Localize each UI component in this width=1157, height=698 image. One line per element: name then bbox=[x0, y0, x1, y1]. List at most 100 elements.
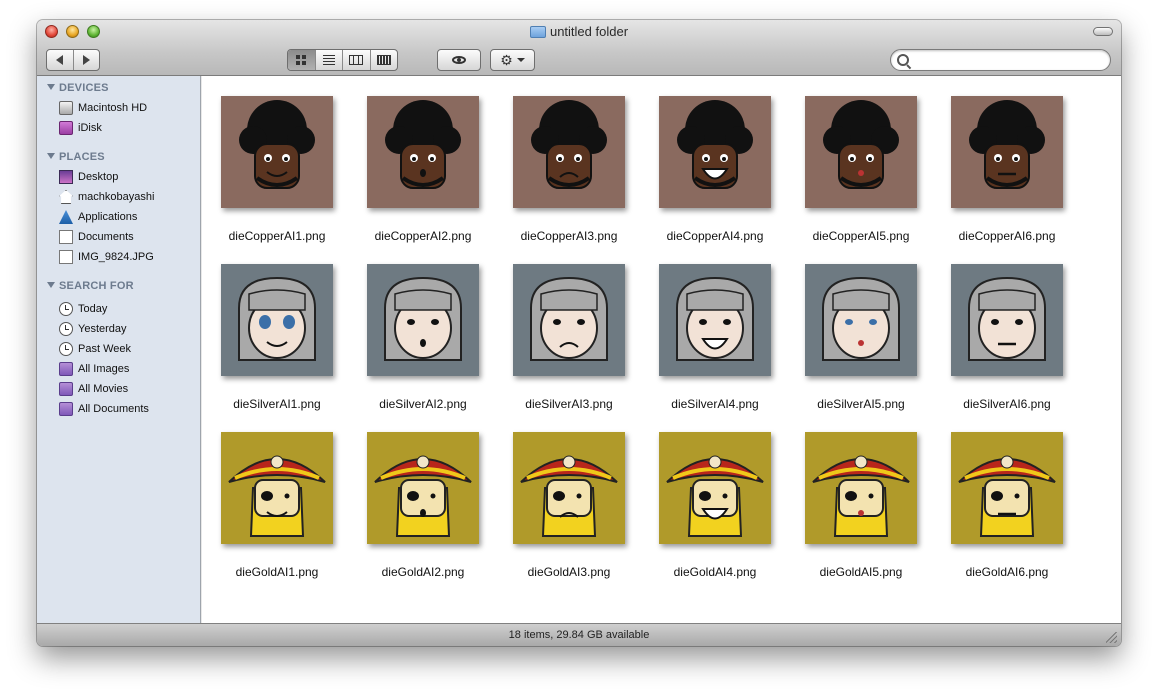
sidebar-item-applications[interactable]: Applications bbox=[59, 208, 137, 226]
file-name-label[interactable]: dieGoldAI5.png bbox=[781, 565, 941, 579]
toolbar-toggle-button[interactable] bbox=[1093, 27, 1113, 36]
file-thumbnail[interactable] bbox=[659, 432, 771, 544]
forward-arrow-icon bbox=[82, 55, 90, 65]
sidebar-item-all-movies[interactable]: All Movies bbox=[59, 380, 128, 398]
back-button[interactable] bbox=[47, 50, 73, 70]
file-name-label[interactable]: dieGoldAI1.png bbox=[197, 565, 357, 579]
file-thumbnail[interactable] bbox=[805, 96, 917, 208]
image-thumbnail-icon bbox=[221, 264, 333, 376]
image-thumbnail-icon bbox=[221, 432, 333, 544]
image-file-icon bbox=[59, 250, 73, 264]
sidebar-item-documents[interactable]: Documents bbox=[59, 228, 134, 246]
clock-icon bbox=[59, 322, 73, 336]
icon-view-icon bbox=[296, 55, 307, 65]
file-name-label[interactable]: dieSilverAI6.png bbox=[927, 397, 1087, 411]
file-thumbnail[interactable] bbox=[221, 432, 333, 544]
file-thumbnail[interactable] bbox=[367, 96, 479, 208]
sidebar-header-label: PLACES bbox=[59, 151, 105, 163]
file-name-label[interactable]: dieGoldAI2.png bbox=[343, 565, 503, 579]
file-thumbnail[interactable] bbox=[513, 264, 625, 376]
sidebar-header-places[interactable]: PLACES bbox=[47, 151, 105, 163]
sidebar-header-label: SEARCH FOR bbox=[59, 280, 134, 292]
image-thumbnail-icon bbox=[805, 432, 917, 544]
file-icon-grid: dieCopperAI1.png dieCopperAI2.png dieCoppe… bbox=[202, 76, 1121, 623]
file-thumbnail[interactable] bbox=[951, 96, 1063, 208]
file-name-label[interactable]: dieSilverAI2.png bbox=[343, 397, 503, 411]
file-thumbnail[interactable] bbox=[513, 96, 625, 208]
search-field[interactable] bbox=[890, 49, 1111, 71]
column-view-button[interactable] bbox=[342, 50, 370, 70]
file-thumbnail[interactable] bbox=[659, 264, 771, 376]
file-name-label[interactable]: dieGoldAI6.png bbox=[927, 565, 1087, 579]
sidebar-item-label: Desktop bbox=[78, 171, 119, 183]
file-name-label[interactable]: dieSilverAI1.png bbox=[197, 397, 357, 411]
file-thumbnail[interactable] bbox=[367, 264, 479, 376]
file-thumbnail[interactable] bbox=[805, 432, 917, 544]
file-thumbnail[interactable] bbox=[513, 432, 625, 544]
column-view-icon bbox=[349, 55, 364, 65]
smart-folder-icon bbox=[59, 382, 73, 396]
file-name-label[interactable]: dieSilverAI5.png bbox=[781, 397, 941, 411]
file-thumbnail[interactable] bbox=[221, 264, 333, 376]
sidebar-item-label: Yesterday bbox=[78, 323, 127, 335]
clock-icon bbox=[59, 342, 73, 356]
file-thumbnail[interactable] bbox=[367, 432, 479, 544]
sidebar-item-today[interactable]: Today bbox=[59, 300, 107, 318]
image-thumbnail-icon bbox=[513, 432, 625, 544]
sidebar-item-desktop[interactable]: Desktop bbox=[59, 168, 118, 186]
sidebar-item-past-week[interactable]: Past Week bbox=[59, 340, 131, 358]
file-thumbnail[interactable] bbox=[951, 432, 1063, 544]
icon-view-button[interactable] bbox=[288, 50, 315, 70]
resize-grip-icon[interactable] bbox=[1106, 632, 1117, 643]
disclosure-triangle-icon bbox=[47, 84, 55, 90]
sidebar-header-search-for[interactable]: SEARCH FOR bbox=[47, 280, 134, 292]
sidebar-item-idisk[interactable]: iDisk bbox=[59, 119, 102, 137]
forward-button[interactable] bbox=[72, 50, 100, 70]
search-icon bbox=[897, 54, 909, 66]
file-name-label[interactable]: dieCopperAI3.png bbox=[489, 229, 649, 243]
file-name-label[interactable]: dieCopperAI2.png bbox=[343, 229, 503, 243]
sidebar-item-label: Applications bbox=[78, 211, 138, 223]
disclosure-triangle-icon bbox=[47, 153, 55, 159]
file-name-label[interactable]: dieCopperAI5.png bbox=[781, 229, 941, 243]
disclosure-triangle-icon bbox=[47, 282, 55, 288]
sidebar-item-label: All Documents bbox=[78, 403, 149, 415]
smart-folder-icon bbox=[59, 362, 73, 376]
idisk-icon bbox=[59, 121, 73, 135]
sidebar-item-img-9824[interactable]: IMG_9824.JPG bbox=[59, 248, 154, 266]
sidebar-item-label: Past Week bbox=[78, 343, 131, 355]
file-name-label[interactable]: dieCopperAI1.png bbox=[197, 229, 357, 243]
toolbar: untitled folder ⚙ bbox=[37, 20, 1121, 76]
image-thumbnail-icon bbox=[805, 264, 917, 376]
image-thumbnail-icon bbox=[221, 96, 333, 208]
sidebar-item-label: Documents bbox=[78, 231, 134, 243]
sidebar-item-all-documents[interactable]: All Documents bbox=[59, 400, 149, 418]
action-menu-button[interactable]: ⚙ bbox=[490, 49, 535, 71]
cover-flow-icon bbox=[376, 55, 391, 65]
file-thumbnail[interactable] bbox=[659, 96, 771, 208]
sidebar-item-home[interactable]: machkobayashi bbox=[59, 188, 154, 206]
search-input[interactable] bbox=[913, 52, 1107, 70]
file-name-label[interactable]: dieCopperAI6.png bbox=[927, 229, 1087, 243]
sidebar-header-devices[interactable]: DEVICES bbox=[47, 82, 109, 94]
file-thumbnail[interactable] bbox=[805, 264, 917, 376]
file-name-label[interactable]: dieGoldAI3.png bbox=[489, 565, 649, 579]
cover-flow-button[interactable] bbox=[369, 50, 398, 70]
sidebar-item-label: IMG_9824.JPG bbox=[78, 251, 154, 263]
file-name-label[interactable]: dieSilverAI4.png bbox=[635, 397, 795, 411]
file-thumbnail[interactable] bbox=[951, 264, 1063, 376]
sidebar-item-yesterday[interactable]: Yesterday bbox=[59, 320, 127, 338]
file-name-label[interactable]: dieGoldAI4.png bbox=[635, 565, 795, 579]
file-name-label[interactable]: dieSilverAI3.png bbox=[489, 397, 649, 411]
list-view-button[interactable] bbox=[314, 50, 343, 70]
image-thumbnail-icon bbox=[513, 96, 625, 208]
window-title-text: untitled folder bbox=[549, 24, 629, 39]
file-thumbnail[interactable] bbox=[221, 96, 333, 208]
file-name-label[interactable]: dieCopperAI4.png bbox=[635, 229, 795, 243]
sidebar-item-macintosh-hd[interactable]: Macintosh HD bbox=[59, 99, 147, 117]
home-icon bbox=[59, 190, 73, 204]
sidebar-item-all-images[interactable]: All Images bbox=[59, 360, 129, 378]
image-thumbnail-icon bbox=[513, 264, 625, 376]
quick-look-button[interactable] bbox=[437, 49, 481, 71]
image-thumbnail-icon bbox=[659, 264, 771, 376]
